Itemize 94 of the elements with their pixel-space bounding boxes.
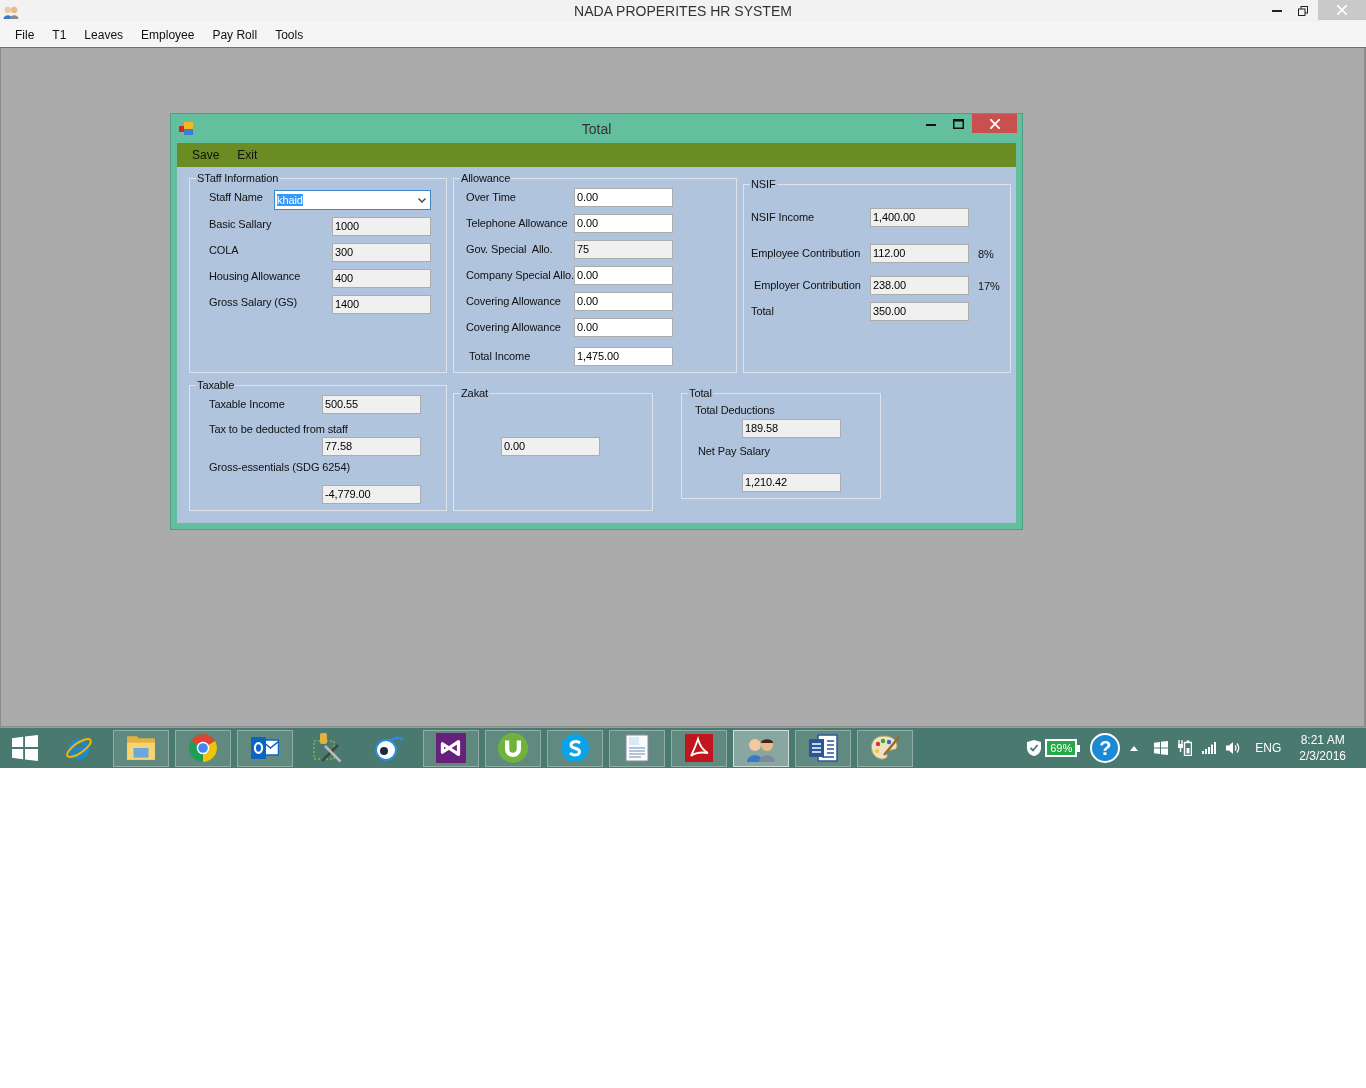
rate-label: 17% bbox=[978, 279, 1000, 292]
shield-icon[interactable] bbox=[1026, 739, 1043, 757]
swirl-icon bbox=[685, 734, 713, 762]
ring-icon bbox=[189, 734, 217, 762]
field-label: NSIF Income bbox=[751, 210, 816, 225]
input-field[interactable]: 189.58 bbox=[742, 419, 841, 438]
group-title: Allowance bbox=[460, 172, 512, 185]
menu-item[interactable]: File bbox=[6, 27, 44, 42]
loop-icon bbox=[436, 733, 466, 763]
squares-icon bbox=[179, 122, 193, 135]
input-field[interactable]: 77.58 bbox=[322, 437, 421, 456]
input-field[interactable]: 0.00 bbox=[574, 214, 673, 233]
menu-item[interactable]: Pay Roll bbox=[203, 27, 267, 42]
field-label: Gross Salary (GS) bbox=[209, 295, 299, 310]
menu-item[interactable]: Exit bbox=[228, 148, 267, 162]
taskbar-button[interactable] bbox=[237, 729, 293, 767]
tiles-icon bbox=[12, 735, 38, 761]
menu-item[interactable]: T1 bbox=[43, 27, 76, 42]
field-label: Housing Allowance bbox=[209, 269, 302, 284]
field-label: Covering Allowance bbox=[466, 294, 562, 309]
input-field[interactable]: 1,475.00 bbox=[574, 347, 673, 366]
palette-icon bbox=[870, 734, 900, 762]
input-field[interactable]: 1,210.42 bbox=[742, 473, 841, 492]
field-label: Gov. Special Allo. bbox=[466, 242, 554, 257]
group-title: NSIF bbox=[750, 178, 777, 191]
field-label: Company Special Allo. bbox=[466, 268, 574, 283]
page-icon bbox=[808, 734, 838, 762]
field-label: Net Pay Salary bbox=[697, 444, 770, 459]
caret-icon[interactable] bbox=[1130, 745, 1139, 751]
input-field[interactable]: 0.00 bbox=[574, 188, 673, 207]
menu-item[interactable]: Employee bbox=[132, 27, 204, 42]
field-label: Tax to be deducted from staff bbox=[209, 422, 348, 437]
input-field[interactable]: 1,400.00 bbox=[870, 208, 969, 227]
field-label: Taxable Income bbox=[209, 397, 286, 412]
input-field[interactable]: 1000 bbox=[332, 217, 431, 236]
help-button[interactable]: ? bbox=[1090, 733, 1121, 763]
document-icon bbox=[625, 734, 649, 762]
field-label: Basic Sallary bbox=[209, 217, 273, 232]
tiles-icon[interactable] bbox=[1154, 741, 1169, 755]
maximize-icon[interactable] bbox=[953, 119, 964, 129]
field-label: Employer Contribution bbox=[753, 278, 862, 293]
field-label: Gross-essentials (SDG 6254) bbox=[209, 460, 350, 475]
rate-label: 8% bbox=[978, 247, 994, 260]
field-label: Total bbox=[751, 304, 775, 319]
group-title: Taxable bbox=[196, 379, 236, 392]
folder-icon bbox=[126, 735, 156, 761]
caret-icon bbox=[418, 197, 426, 203]
input-field[interactable]: 0.00 bbox=[574, 266, 673, 285]
field-label: Covering Allowance bbox=[466, 320, 562, 335]
taskbar-button[interactable] bbox=[423, 729, 479, 767]
clock-date[interactable]: 2/3/2016 bbox=[1299, 748, 1346, 764]
restore-icon[interactable] bbox=[1298, 6, 1308, 16]
input-field[interactable]: 300 bbox=[332, 243, 431, 262]
input-field[interactable]: -4,779.00 bbox=[322, 485, 421, 504]
field-label: COLA bbox=[209, 243, 240, 258]
input-field[interactable]: 0.00 bbox=[501, 437, 600, 456]
group-title: Total bbox=[688, 387, 713, 400]
input-field[interactable]: 0.00 bbox=[574, 292, 673, 311]
input-field[interactable]: 75 bbox=[574, 240, 673, 259]
close-icon bbox=[1337, 5, 1347, 15]
signal-icon[interactable] bbox=[1202, 742, 1217, 754]
input-field[interactable]: 112.00 bbox=[870, 244, 969, 263]
speaker-icon[interactable] bbox=[1226, 741, 1242, 755]
clock-time[interactable]: 8:21 AM bbox=[1300, 732, 1345, 748]
close-button[interactable] bbox=[972, 114, 1017, 133]
field-label: Employee Contribution bbox=[751, 246, 862, 261]
input-field[interactable]: 0.00 bbox=[574, 318, 673, 337]
dialog-title: Total bbox=[581, 120, 612, 137]
input-field[interactable]: 238.00 bbox=[870, 276, 969, 295]
field-label: Total Deductions bbox=[695, 403, 775, 418]
taskbar-button[interactable] bbox=[795, 729, 851, 767]
close-icon bbox=[989, 118, 1000, 129]
field-label: Telephone Allowance bbox=[466, 216, 569, 231]
group-title: Zakat bbox=[460, 387, 489, 400]
window-title: NADA PROPERITES HR SYSTEM bbox=[574, 3, 792, 19]
input-field[interactable]: 400 bbox=[332, 269, 431, 288]
taskbar-button[interactable] bbox=[671, 729, 727, 767]
cup-circle-icon bbox=[498, 733, 528, 763]
group-title: STaff Information bbox=[196, 172, 280, 185]
input-field[interactable]: 500.55 bbox=[322, 395, 421, 414]
input-field[interactable]: 350.00 bbox=[870, 302, 969, 321]
mail-icon bbox=[251, 735, 279, 761]
field-label: Over Time bbox=[466, 190, 517, 205]
menu-item[interactable]: Tools bbox=[266, 27, 313, 42]
tools-icon bbox=[312, 733, 342, 763]
input-field[interactable]: 1400 bbox=[332, 295, 431, 314]
menu-item[interactable]: Save bbox=[183, 148, 229, 162]
menu-item[interactable]: Leaves bbox=[75, 27, 133, 42]
language-indicator[interactable]: ENG bbox=[1255, 741, 1282, 755]
eye-icon bbox=[374, 735, 404, 761]
plug-battery-icon[interactable] bbox=[1178, 740, 1193, 756]
field-label: Total Income bbox=[468, 349, 532, 364]
field-label: Staff Name bbox=[209, 190, 264, 205]
curve-circle-icon bbox=[561, 734, 589, 762]
